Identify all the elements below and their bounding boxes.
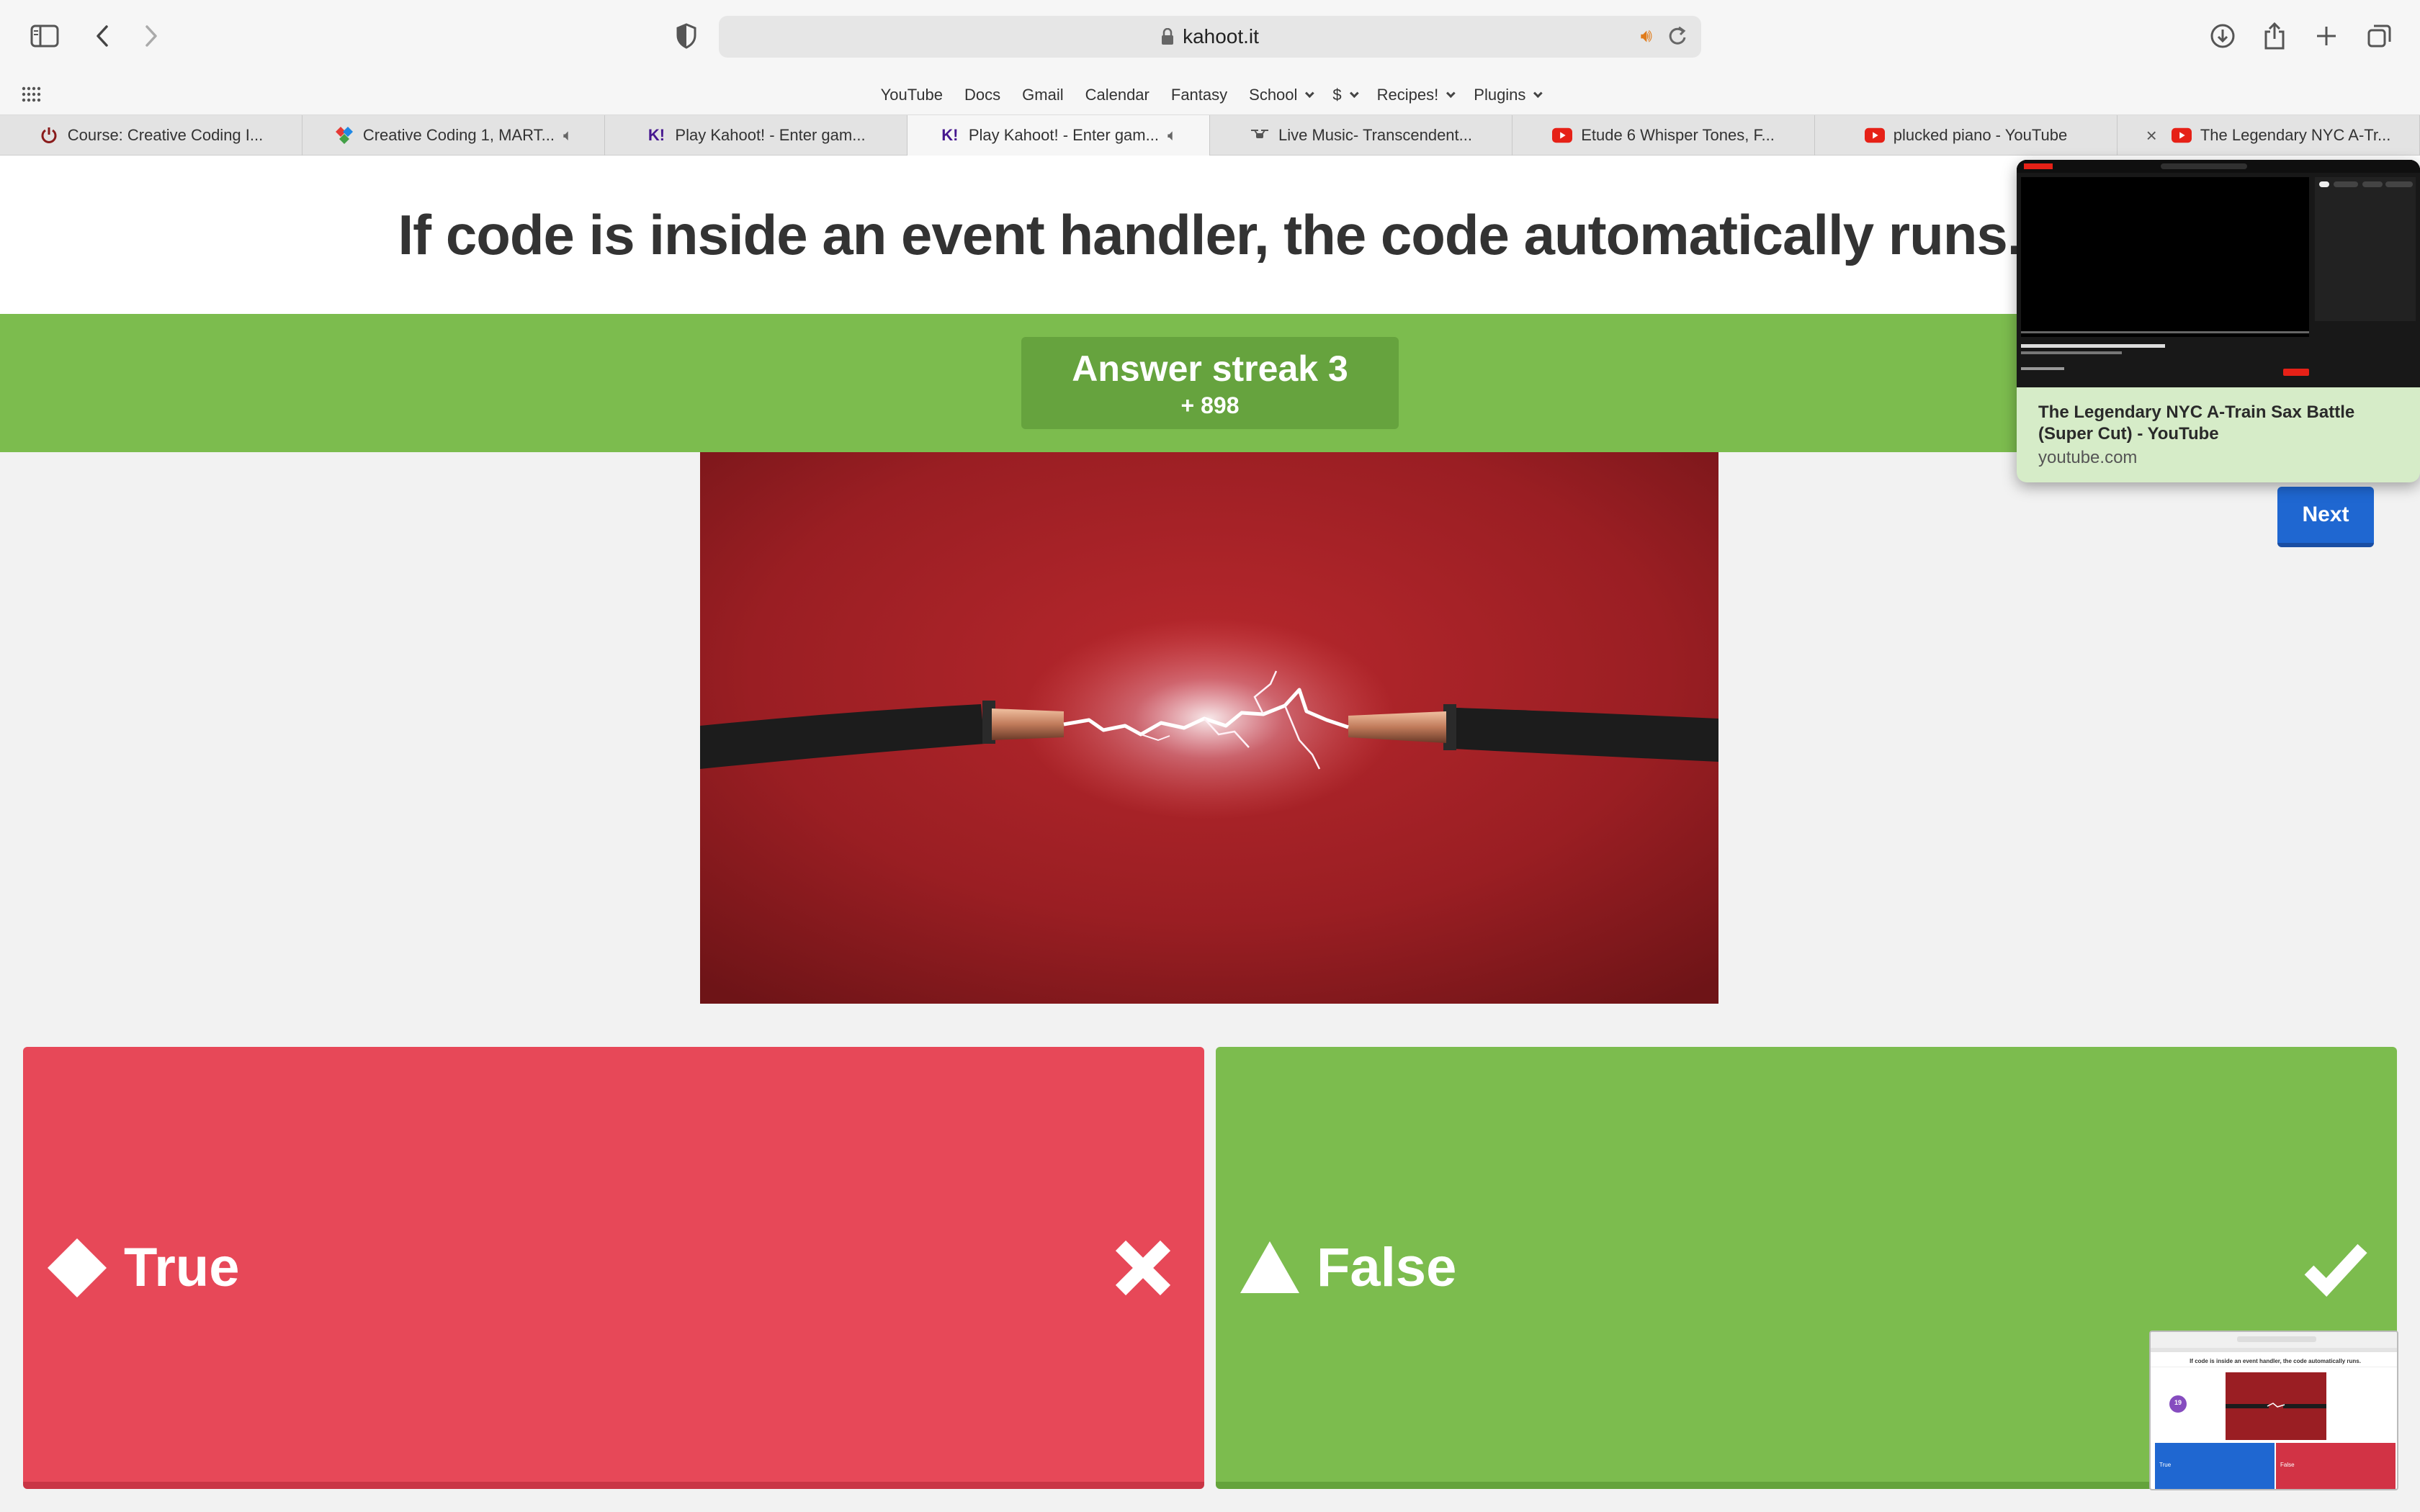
tab-legendary-nyc[interactable]: × The Legendary NYC A-Tr... bbox=[2118, 115, 2420, 156]
chevron-down-icon bbox=[1305, 88, 1315, 98]
favorite-label: Docs bbox=[964, 86, 1001, 104]
preview-host: youtube.com bbox=[2038, 448, 2138, 467]
mini-question-counter: 19 bbox=[2174, 1399, 2182, 1406]
tab-title: Play Kahoot! - Enter gam... bbox=[675, 126, 866, 144]
favorite-docs[interactable]: Docs bbox=[964, 82, 1000, 108]
chevron-right-icon bbox=[145, 25, 157, 47]
tab-title: The Legendary NYC A-Tr... bbox=[2200, 126, 2391, 144]
chevron-down-icon bbox=[1533, 88, 1543, 98]
privacy-report-button[interactable] bbox=[666, 16, 707, 56]
chevron-down-icon bbox=[1446, 88, 1456, 98]
browser-toolbar: kahoot.it 🔊︎ bbox=[0, 0, 2420, 75]
tabs-overview-icon bbox=[2367, 24, 2391, 48]
youtube-icon bbox=[2171, 125, 2192, 145]
diamond-icon bbox=[48, 1238, 107, 1297]
preview-title: The Legendary NYC A-Train Sax Battle (Su… bbox=[2038, 402, 2355, 444]
sidebar-toggle-button[interactable] bbox=[24, 16, 65, 56]
tab-bar: Course: Creative Coding I... Creative Co… bbox=[0, 115, 2420, 156]
kahoot-icon: K! bbox=[941, 126, 959, 144]
tab-etude-6[interactable]: Etude 6 Whisper Tones, F... bbox=[1512, 115, 1815, 156]
tab-title: plucked piano - YouTube bbox=[1893, 126, 2068, 144]
screenshot-thumbnail[interactable]: If code is inside an event handler, the … bbox=[2149, 1331, 2398, 1490]
share-button[interactable] bbox=[2254, 16, 2295, 56]
tab-title: Play Kahoot! - Enter gam... bbox=[968, 126, 1159, 144]
kahoot-icon: K! bbox=[647, 126, 666, 144]
favorite-folder-recipes[interactable]: Recipes! bbox=[1376, 82, 1456, 108]
shield-icon bbox=[676, 23, 696, 49]
tab-title: Live Music- Transcendent... bbox=[1278, 126, 1472, 144]
favorite-calendar[interactable]: Calendar bbox=[1085, 82, 1150, 108]
favorite-gmail[interactable]: Gmail bbox=[1022, 82, 1063, 108]
tab-title: Creative Coding 1, MART... bbox=[362, 126, 555, 144]
downloads-button[interactable] bbox=[2202, 16, 2243, 56]
favorite-folder-plugins[interactable]: Plugins bbox=[1474, 82, 1543, 108]
answer-false-label: False bbox=[1317, 1237, 1457, 1298]
lock-icon bbox=[1162, 28, 1174, 45]
tab-creative-coding-mart[interactable]: Creative Coding 1, MART... 🔈︎ bbox=[302, 115, 605, 156]
cross-icon bbox=[1115, 1240, 1171, 1296]
youtube-icon bbox=[1552, 125, 1573, 145]
sidebar-icon bbox=[30, 24, 59, 48]
reload-icon[interactable] bbox=[1668, 24, 1687, 46]
speaker-icon[interactable]: 🔈︎ bbox=[563, 126, 573, 145]
next-button[interactable]: Next bbox=[2277, 487, 2374, 547]
tab-play-kahoot-2-active[interactable]: K! Play Kahoot! - Enter gam... 🔈︎ bbox=[908, 115, 1210, 156]
chevron-left-icon bbox=[97, 25, 108, 47]
favorite-label: YouTube bbox=[880, 86, 944, 104]
favorite-folder-school[interactable]: School bbox=[1249, 82, 1315, 108]
answer-true-incorrect[interactable]: True bbox=[23, 1047, 1204, 1489]
favorite-folder-money[interactable]: $ bbox=[1332, 82, 1359, 108]
download-icon bbox=[2210, 24, 2235, 48]
tab-title: Etude 6 Whisper Tones, F... bbox=[1581, 126, 1775, 144]
favorite-label: Plugins bbox=[1474, 86, 1526, 104]
favorite-label: Gmail bbox=[1022, 86, 1064, 104]
favorite-label: School bbox=[1249, 86, 1298, 104]
question-text: If code is inside an event handler, the … bbox=[398, 202, 2023, 266]
audio-playing-icon[interactable]: 🔊︎ bbox=[1641, 24, 1652, 48]
answer-streak-box: Answer streak 3 + 898 bbox=[1021, 337, 1399, 429]
answer-streak-title: Answer streak 3 bbox=[1072, 348, 1348, 389]
colorful-diamond-icon bbox=[334, 125, 354, 145]
triangle-icon bbox=[1240, 1241, 1299, 1293]
new-tab-button[interactable] bbox=[2306, 16, 2347, 56]
favorite-label: Calendar bbox=[1085, 86, 1150, 104]
question-image bbox=[700, 452, 1718, 1004]
tab-course-creative-coding[interactable]: Course: Creative Coding I... bbox=[0, 115, 302, 156]
favorite-label: Recipes! bbox=[1376, 86, 1439, 104]
tab-title: Course: Creative Coding I... bbox=[67, 126, 264, 144]
plus-icon bbox=[2317, 27, 2336, 45]
preview-thumbnail bbox=[2017, 160, 2420, 387]
chevron-down-icon bbox=[1349, 88, 1359, 98]
youtube-icon bbox=[1864, 125, 1885, 145]
tab-hover-preview[interactable]: The Legendary NYC A-Train Sax Battle (Su… bbox=[2017, 160, 2420, 482]
checkmark-icon bbox=[2304, 1243, 2367, 1297]
tab-live-music[interactable]: Live Music- Transcendent... bbox=[1210, 115, 1512, 156]
forward-button[interactable] bbox=[131, 16, 171, 56]
points-earned: + 898 bbox=[1180, 392, 1240, 418]
back-button[interactable] bbox=[82, 16, 122, 56]
power-icon bbox=[39, 125, 59, 145]
favorite-youtube[interactable]: YouTube bbox=[881, 82, 943, 108]
favorite-label: $ bbox=[1332, 86, 1342, 104]
drone-icon bbox=[1250, 125, 1270, 145]
tab-plucked-piano[interactable]: plucked piano - YouTube bbox=[1815, 115, 2118, 156]
tab-play-kahoot-1[interactable]: K! Play Kahoot! - Enter gam... bbox=[605, 115, 908, 156]
address-bar[interactable]: kahoot.it 🔊︎ bbox=[719, 16, 1701, 58]
favorite-label: Fantasy bbox=[1170, 86, 1228, 104]
mini-true-label: True bbox=[2159, 1462, 2172, 1468]
tab-overview-button[interactable] bbox=[2360, 16, 2400, 56]
favorites-bar: YouTube Docs Gmail Calendar Fantasy Scho… bbox=[0, 75, 2420, 115]
answer-true-label: True bbox=[124, 1237, 240, 1298]
favorite-fantasy[interactable]: Fantasy bbox=[1171, 82, 1227, 108]
share-icon bbox=[2264, 22, 2285, 50]
close-tab-icon[interactable]: × bbox=[2146, 125, 2157, 147]
speaker-icon[interactable]: 🔈︎ bbox=[1168, 126, 1177, 145]
mini-question-text: If code is inside an event handler, the … bbox=[2190, 1358, 2361, 1364]
mini-false-label: False bbox=[2280, 1462, 2295, 1468]
url-text: kahoot.it bbox=[1183, 25, 1259, 48]
